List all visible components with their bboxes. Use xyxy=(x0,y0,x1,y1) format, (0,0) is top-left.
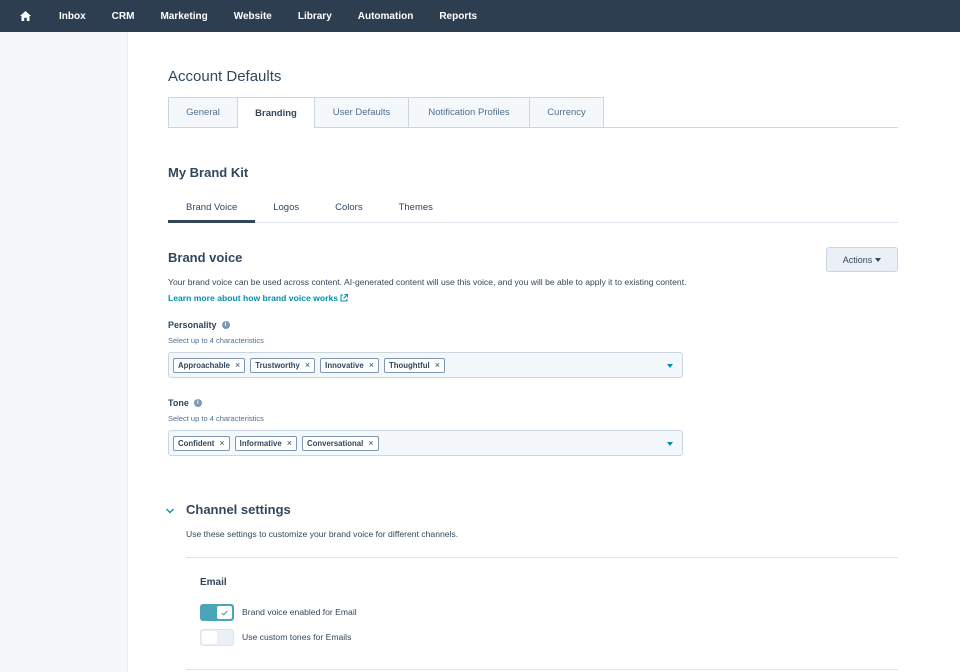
remove-tag-icon[interactable]: × xyxy=(287,438,292,448)
subtab-logos[interactable]: Logos xyxy=(255,196,317,223)
top-nav: Inbox CRM Marketing Website Library Auto… xyxy=(0,0,960,32)
tone-select[interactable]: Confident × Informative × Conversational × xyxy=(168,430,683,456)
tag-label: Innovative xyxy=(325,360,364,370)
tab-branding[interactable]: Branding xyxy=(238,97,315,129)
tag-chip: Approachable × xyxy=(173,357,246,373)
tag-chip: Informative × xyxy=(234,435,297,451)
divider xyxy=(186,557,898,558)
tab-user-defaults[interactable]: User Defaults xyxy=(315,97,409,128)
tab-currency[interactable]: Currency xyxy=(530,97,604,128)
nav-inbox[interactable]: Inbox xyxy=(59,11,86,22)
learn-more-label: Learn more about how brand voice works xyxy=(168,292,338,303)
tone-hint: Select up to 4 characteristics xyxy=(168,414,264,423)
nav-reports[interactable]: Reports xyxy=(439,11,477,22)
tone-label-text: Tone xyxy=(168,398,189,408)
brand-kit-subtabs: Brand Voice Logos Colors Themes xyxy=(168,196,898,223)
tag-label: Conversational xyxy=(306,438,364,448)
brand-voice-email-toggle[interactable] xyxy=(200,604,234,621)
actions-button-label: Actions xyxy=(842,254,873,265)
nav-crm[interactable]: CRM xyxy=(112,11,135,22)
chevron-down-icon[interactable] xyxy=(164,504,176,516)
nav-website[interactable]: Website xyxy=(234,11,272,22)
tag-label: Informative xyxy=(239,438,282,448)
description-text: Your brand voice can be used across cont… xyxy=(168,277,687,287)
brand-voice-title: Brand voice xyxy=(168,250,243,265)
tag-chip: Thoughtful × xyxy=(383,357,445,373)
personality-hint: Select up to 4 characteristics xyxy=(168,336,264,345)
dropdown-arrow-icon[interactable] xyxy=(667,364,673,368)
remove-tag-icon[interactable]: × xyxy=(369,360,374,370)
subtab-themes[interactable]: Themes xyxy=(381,196,451,223)
settings-sidebar xyxy=(0,32,128,672)
info-icon[interactable]: i xyxy=(193,399,202,407)
tag-chip: Conversational × xyxy=(301,435,379,451)
toggle-label: Use custom tones for Emails xyxy=(242,632,352,642)
remove-tag-icon[interactable]: × xyxy=(219,438,224,448)
page-title: Account Defaults xyxy=(168,68,282,85)
tab-notification-profiles[interactable]: Notification Profiles xyxy=(409,97,530,128)
settings-tabs: General Branding User Defaults Notificat… xyxy=(168,97,898,129)
channel-settings-title[interactable]: Channel settings xyxy=(186,502,291,517)
external-link-icon xyxy=(340,292,348,308)
check-icon xyxy=(217,606,232,619)
personality-label: Personality i xyxy=(168,320,230,330)
email-section-title: Email xyxy=(200,577,227,588)
tag-chip: Confident × xyxy=(173,435,230,451)
brand-kit-title: My Brand Kit xyxy=(168,165,249,180)
toggle-label: Brand voice enabled for Email xyxy=(242,607,357,617)
remove-tag-icon[interactable]: × xyxy=(435,360,440,370)
nav-library[interactable]: Library xyxy=(298,11,332,22)
remove-tag-icon[interactable]: × xyxy=(305,360,310,370)
tone-label: Tone i xyxy=(168,398,202,408)
remove-tag-icon[interactable]: × xyxy=(368,438,373,448)
tag-chip: Trustworthy × xyxy=(250,357,316,373)
learn-more-link[interactable]: Learn more about how brand voice works xyxy=(168,293,348,303)
tag-chip: Innovative × xyxy=(320,357,379,373)
home-icon[interactable] xyxy=(16,9,34,23)
subtab-colors[interactable]: Colors xyxy=(317,196,380,223)
nav-automation[interactable]: Automation xyxy=(358,11,414,22)
divider xyxy=(186,669,898,670)
tag-label: Confident xyxy=(178,438,215,448)
tag-label: Thoughtful xyxy=(388,360,430,370)
subtab-brand-voice[interactable]: Brand Voice xyxy=(168,196,256,223)
personality-label-text: Personality xyxy=(168,320,217,330)
caret-down-icon xyxy=(875,257,882,262)
personality-select[interactable]: Approachable × Trustworthy × Innovative × T… xyxy=(168,352,683,378)
custom-tones-email-toggle[interactable] xyxy=(200,629,234,646)
dropdown-arrow-icon[interactable] xyxy=(667,442,673,446)
actions-button[interactable]: Actions xyxy=(826,247,898,272)
channel-settings-description: Use these settings to customize your bra… xyxy=(186,529,459,539)
toggle-knob xyxy=(202,631,217,644)
tag-label: Trustworthy xyxy=(255,360,300,370)
tab-general[interactable]: General xyxy=(168,97,238,128)
tag-label: Approachable xyxy=(178,360,230,370)
info-icon[interactable]: i xyxy=(221,321,230,329)
nav-marketing[interactable]: Marketing xyxy=(160,11,207,22)
brand-voice-description: Your brand voice can be used across cont… xyxy=(168,275,708,307)
remove-tag-icon[interactable]: × xyxy=(235,360,240,370)
